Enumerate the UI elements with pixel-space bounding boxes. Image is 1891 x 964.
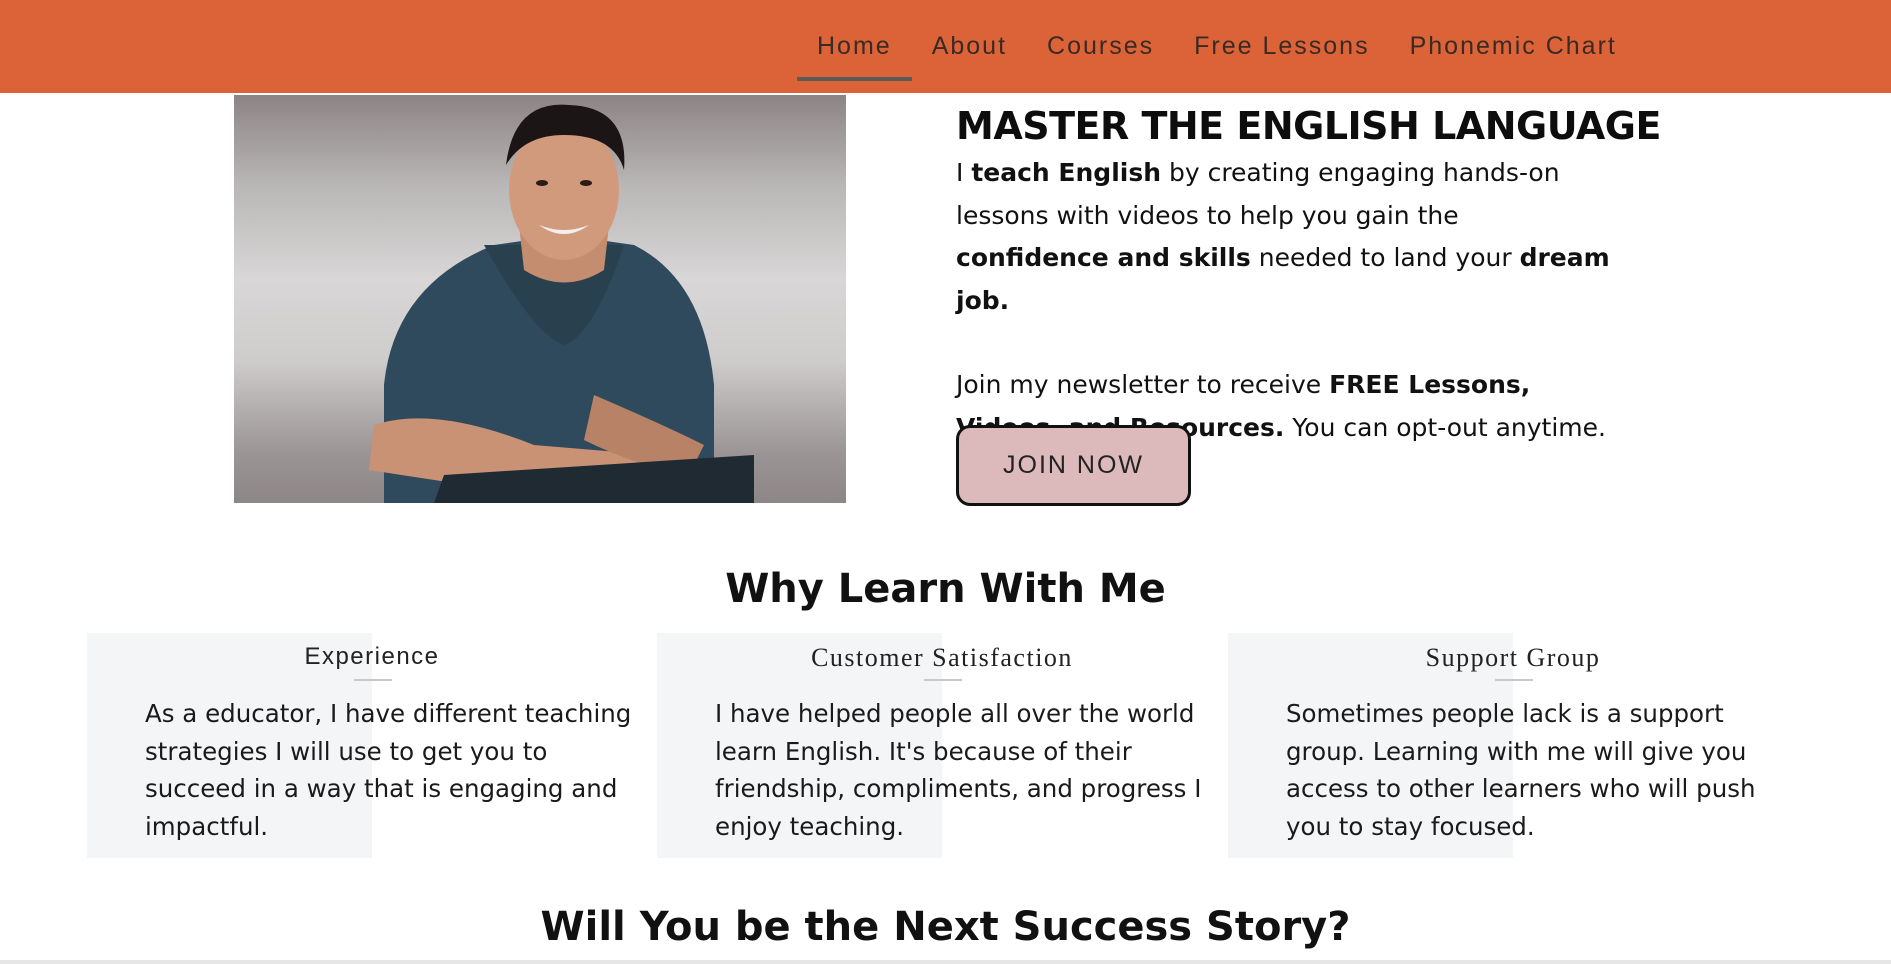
main-nav: Home About Courses Free Lessons Phonemic…	[797, 0, 1637, 93]
nav-about[interactable]: About	[912, 0, 1027, 93]
nav-home[interactable]: Home	[797, 0, 912, 93]
nav-phonemic-chart-label: Phonemic Chart	[1409, 32, 1617, 60]
card-title: Customer Satisfaction	[811, 643, 1073, 672]
nav-free-lessons-label: Free Lessons	[1194, 32, 1370, 60]
feature-card-experience: Experience As a educator, I have differe…	[87, 633, 657, 858]
newsletter-text-1: Join my newsletter to receive	[956, 370, 1330, 399]
nav-phonemic-chart[interactable]: Phonemic Chart	[1390, 0, 1637, 93]
hero-intro-bold-2: confidence and skills	[956, 243, 1251, 272]
feature-card-customer-satisfaction: Customer Satisfaction I have helped peop…	[657, 633, 1227, 858]
why-section-title: Why Learn With Me	[725, 566, 1166, 612]
card-text: As a educator, I have different teaching…	[145, 699, 632, 841]
card-text: Sometimes people lack is a support group…	[1286, 699, 1756, 841]
success-story-title: Will You be the Next Success Story?	[540, 904, 1351, 950]
hero-intro-text-1: I	[956, 158, 972, 187]
nav-courses-label: Courses	[1047, 32, 1155, 60]
hero-content: MASTER THE ENGLISH LANGUAGE I teach Engl…	[956, 100, 1661, 449]
card-divider	[1495, 679, 1533, 681]
hero-intro: I teach English by creating engaging han…	[956, 152, 1616, 322]
card-title: Support Group	[1425, 643, 1601, 672]
nav-home-label: Home	[817, 32, 892, 60]
card-divider	[924, 679, 962, 681]
nav-about-label: About	[931, 32, 1008, 60]
feature-card-support-group: Support Group Sometimes people lack is a…	[1228, 633, 1798, 858]
card-title: Experience	[304, 643, 440, 670]
hero-photo	[234, 95, 846, 503]
card-text: I have helped people all over the world …	[715, 699, 1202, 841]
newsletter-text-2: You can opt-out anytime.	[1284, 412, 1606, 442]
hero-title: MASTER THE ENGLISH LANGUAGE	[956, 104, 1661, 148]
join-now-button[interactable]: JOIN NOW	[956, 425, 1191, 506]
site-header: Home About Courses Free Lessons Phonemic…	[0, 0, 1891, 93]
teacher-portrait	[369, 104, 754, 503]
page-divider	[0, 960, 1891, 964]
hero-spacer	[956, 322, 1656, 364]
nav-free-lessons[interactable]: Free Lessons	[1174, 0, 1389, 93]
join-now-label: JOIN NOW	[1003, 451, 1144, 479]
hero-intro-text-3: needed to land your	[1250, 243, 1520, 272]
nav-courses[interactable]: Courses	[1027, 0, 1174, 93]
card-divider	[354, 679, 392, 681]
hero-intro-bold-1: teach English	[971, 158, 1162, 187]
